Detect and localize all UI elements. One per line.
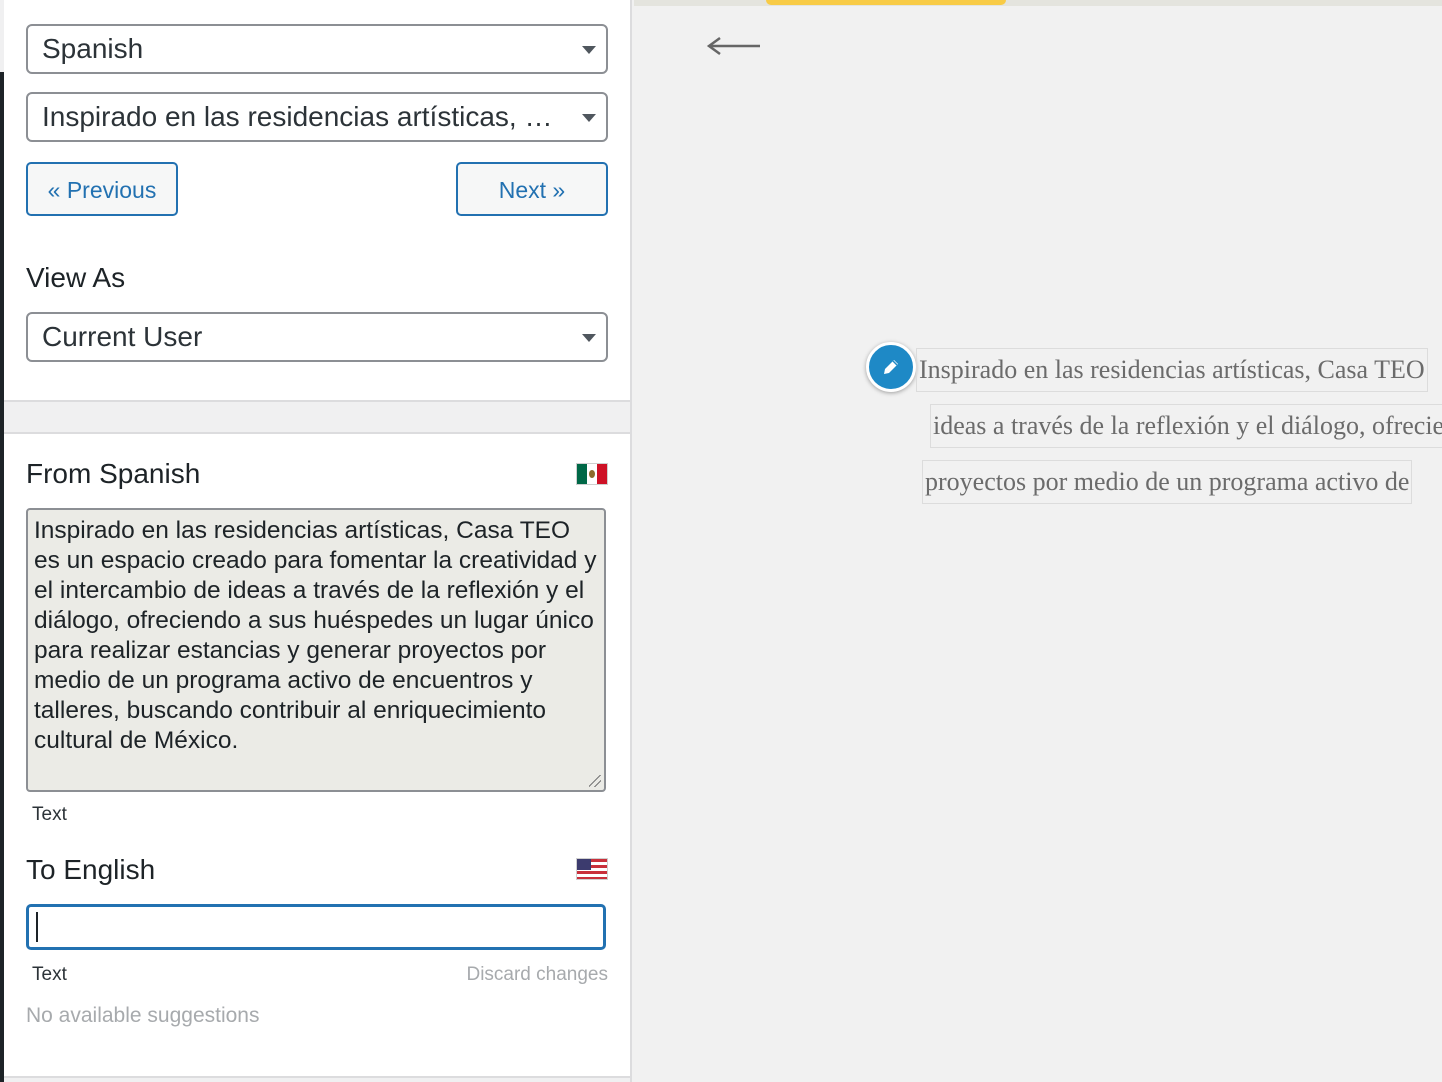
preview-highlight-bar bbox=[766, 0, 1006, 5]
source-text: Inspirado en las residencias artísticas,… bbox=[34, 517, 597, 754]
arrow-left-icon[interactable] bbox=[704, 30, 762, 62]
translation-editor-panel: From Spanish Inspirado en las residencia… bbox=[4, 432, 630, 1078]
to-language-label: To English bbox=[26, 854, 156, 885]
next-button[interactable]: Next » bbox=[456, 162, 608, 216]
chevron-down-icon bbox=[582, 334, 596, 342]
page-preview: Inspirado en las residencias artísticas,… bbox=[634, 0, 1442, 1082]
target-type-label: Text bbox=[32, 964, 67, 985]
chevron-down-icon bbox=[582, 46, 596, 54]
text-cursor bbox=[36, 912, 38, 942]
suggestions-empty-text: No available suggestions bbox=[26, 1004, 260, 1027]
mexico-flag-icon bbox=[576, 463, 608, 485]
preview-text-line-2[interactable]: ideas a través de la reflexión y el diál… bbox=[930, 404, 1442, 448]
discard-changes-link[interactable]: Discard changes bbox=[466, 964, 608, 986]
from-language-label: From Spanish bbox=[26, 458, 201, 489]
translation-input[interactable] bbox=[26, 904, 606, 950]
previous-button[interactable]: « Previous bbox=[26, 162, 178, 216]
source-type-label: Text bbox=[32, 804, 67, 825]
resize-handle-icon[interactable] bbox=[589, 775, 601, 787]
language-select-value: Spanish bbox=[42, 33, 144, 64]
chevron-down-icon bbox=[582, 114, 596, 122]
string-select[interactable]: Inspirado en las residencias artísticas,… bbox=[26, 92, 608, 142]
translation-sidebar: Spanish Inspirado en las residencias art… bbox=[0, 0, 632, 1082]
usa-flag-icon bbox=[576, 858, 608, 880]
view-as-select[interactable]: Current User bbox=[26, 312, 608, 362]
edit-string-button[interactable] bbox=[866, 342, 916, 392]
source-text-area[interactable]: Inspirado en las residencias artísticas,… bbox=[26, 508, 606, 792]
pencil-icon bbox=[884, 360, 898, 374]
preview-text-line-1[interactable]: Inspirado en las residencias artísticas,… bbox=[916, 348, 1428, 392]
view-as-select-value: Current User bbox=[42, 321, 203, 352]
language-select[interactable]: Spanish bbox=[26, 24, 608, 74]
preview-text-line-3[interactable]: proyectos por medio de un programa activ… bbox=[922, 460, 1413, 504]
preview-top-strip bbox=[634, 0, 1442, 6]
view-as-label: View As bbox=[26, 262, 126, 293]
string-selection-panel: Spanish Inspirado en las residencias art… bbox=[4, 0, 630, 402]
string-select-value: Inspirado en las residencias artísticas,… bbox=[42, 101, 556, 132]
